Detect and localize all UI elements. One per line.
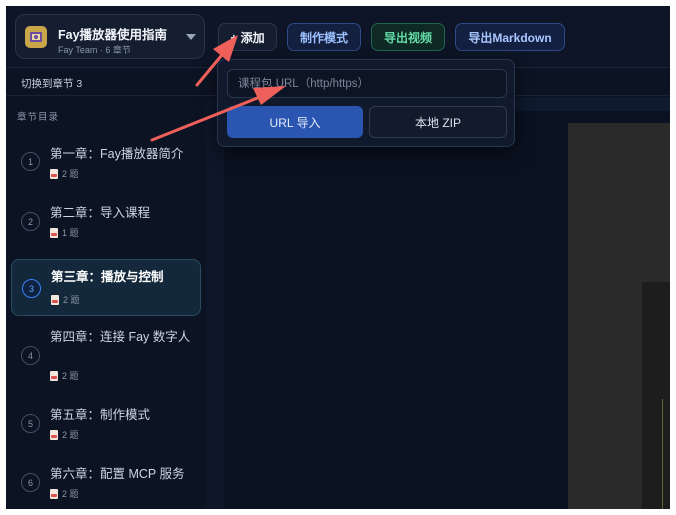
course-selector[interactable]: Fay播放器使用指南 Fay Team · 6 章节 bbox=[15, 14, 205, 59]
chapter-title: 第二章：导入课程 bbox=[50, 206, 151, 220]
add-course-popover: URL 导入 本地 ZIP bbox=[217, 59, 515, 147]
main-content bbox=[206, 97, 670, 509]
document-icon bbox=[50, 168, 58, 179]
chapter-meta: 2 题 bbox=[50, 487, 79, 500]
add-button[interactable]: + 添加 bbox=[218, 23, 277, 51]
chapter-title: 第六章：配置 MCP 服务 bbox=[50, 467, 185, 481]
local-zip-button[interactable]: 本地 ZIP bbox=[369, 106, 507, 138]
course-subtitle: Fay Team · 6 章节 bbox=[58, 45, 131, 55]
chapter-meta: 2 题 bbox=[50, 428, 79, 441]
course-url-input[interactable] bbox=[227, 69, 507, 98]
chapter-item-5[interactable]: 5 第五章：制作模式 2 题 bbox=[11, 395, 201, 451]
chapter-item-6[interactable]: 6 第六章：配置 MCP 服务 2 题 bbox=[11, 454, 201, 509]
app-window: Fay播放器使用指南 Fay Team · 6 章节 + 添加 制作模式 导出视… bbox=[6, 6, 670, 509]
question-count: 2 题 bbox=[62, 489, 79, 499]
chapter-title: 第五章：制作模式 bbox=[50, 408, 151, 422]
chapter-item-4[interactable]: 4 第四章：连接 Fay 数字人 2 题 bbox=[11, 319, 201, 393]
document-icon bbox=[51, 294, 59, 305]
chapter-item-2[interactable]: 2 第二章：导入课程 1 题 bbox=[11, 193, 201, 249]
chapter-item-1[interactable]: 1 第一章：Fay播放器简介 2 题 bbox=[11, 133, 201, 189]
status-text: 切换到章节 3 bbox=[21, 78, 83, 90]
course-title: Fay播放器使用指南 bbox=[58, 28, 168, 42]
chapter-number: 3 bbox=[22, 279, 41, 298]
chapter-title: 第三章：播放与控制 bbox=[51, 270, 164, 284]
video-preview[interactable] bbox=[568, 123, 670, 509]
make-mode-button[interactable]: 制作模式 bbox=[287, 23, 361, 51]
video-shadow bbox=[642, 282, 670, 509]
document-icon bbox=[50, 227, 58, 238]
url-import-button[interactable]: URL 导入 bbox=[227, 106, 363, 138]
document-icon bbox=[50, 429, 58, 440]
toc-title: 章节目录 bbox=[17, 112, 60, 123]
chapter-title: 第四章：连接 Fay 数字人 bbox=[50, 330, 191, 344]
chapter-number: 6 bbox=[21, 473, 40, 492]
chapter-meta: 2 题 bbox=[50, 167, 79, 180]
chapter-number: 2 bbox=[21, 212, 40, 231]
document-icon bbox=[50, 370, 58, 381]
chapter-meta: 1 题 bbox=[50, 226, 79, 239]
chapter-item-3[interactable]: 3 第三章：播放与控制 2 题 bbox=[11, 259, 201, 316]
chapter-title: 第一章：Fay播放器简介 bbox=[50, 147, 184, 161]
film-icon bbox=[25, 26, 47, 48]
question-count: 2 题 bbox=[62, 169, 79, 179]
chapter-meta: 2 题 bbox=[50, 369, 79, 382]
question-count: 1 题 bbox=[62, 228, 79, 238]
question-count: 2 题 bbox=[62, 430, 79, 440]
export-video-button[interactable]: 导出视频 bbox=[371, 23, 445, 51]
chapter-meta: 2 题 bbox=[51, 293, 80, 306]
divider-track bbox=[206, 97, 224, 509]
question-count: 2 题 bbox=[63, 295, 80, 305]
chapter-sidebar: 章节目录 1 第一章：Fay播放器简介 2 题 2 第二章：导入课程 1 题 3… bbox=[6, 97, 206, 509]
export-markdown-button[interactable]: 导出Markdown bbox=[455, 23, 565, 51]
caret-down-icon[interactable] bbox=[186, 34, 196, 40]
chapter-number: 5 bbox=[21, 414, 40, 433]
document-icon bbox=[50, 488, 58, 499]
video-line bbox=[662, 399, 663, 509]
chapter-number: 4 bbox=[21, 346, 40, 365]
chapter-number: 1 bbox=[21, 152, 40, 171]
question-count: 2 题 bbox=[62, 371, 79, 381]
